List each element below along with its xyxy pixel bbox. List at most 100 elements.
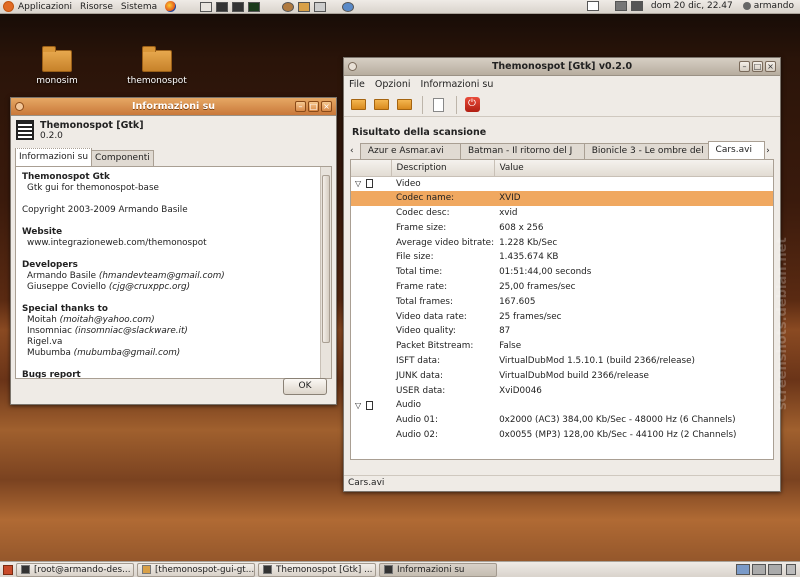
tree-row[interactable]: Audio 02: 0x0055 (MP3) 128,00 Kb/Sec - 44… <box>351 428 773 443</box>
about-dialog-titlebar[interactable]: Informazioni su – □ × <box>11 98 336 116</box>
open-recursive-button[interactable] <box>394 95 414 115</box>
workspace-3[interactable] <box>768 564 782 575</box>
taskbar-item-folder[interactable]: [themonospot-gui-gt... <box>137 562 255 577</box>
network-icon[interactable] <box>614 1 627 11</box>
ok-button[interactable]: OK <box>283 378 327 395</box>
tree-row[interactable]: Average video bitrate: 1.228 Kb/Sec <box>351 235 773 250</box>
menu-informazioni[interactable]: Informazioni su <box>421 79 494 90</box>
maximize-button[interactable]: □ <box>752 61 763 72</box>
tree-row[interactable]: Video data rate: 25 frames/sec <box>351 309 773 324</box>
watermark: screenshots.debian.net <box>775 237 790 410</box>
close-button[interactable]: × <box>321 101 332 112</box>
firefox-icon[interactable] <box>165 1 177 12</box>
desktop-icon-monosim[interactable]: monosim <box>22 46 92 86</box>
tree-row[interactable]: Packet Bitstream: False <box>351 339 773 354</box>
tab-informazioni[interactable]: Informazioni su <box>15 148 93 166</box>
folder-icon <box>396 99 412 110</box>
expander-icon[interactable]: ▽ <box>351 398 391 413</box>
user-name[interactable]: armando <box>754 1 794 11</box>
taskbar-item-themonospot[interactable]: Themonospot [Gtk] ... <box>258 562 376 577</box>
tree-row[interactable]: Audio 01: 0x2000 (AC3) 384,00 Kb/Sec - 48… <box>351 413 773 428</box>
network-browser-icon[interactable] <box>342 1 355 12</box>
expander-icon[interactable]: ▽ <box>351 176 391 191</box>
tabs-scroll-left-icon[interactable]: ‹ <box>350 143 360 159</box>
maximize-button[interactable]: □ <box>308 101 319 112</box>
gimp-icon[interactable] <box>282 1 295 12</box>
menu-file[interactable]: File <box>349 79 365 90</box>
terminal-icon[interactable] <box>216 1 229 12</box>
tree-row[interactable]: ISFT data: VirtualDubMod 1.5.10.1 (build … <box>351 354 773 369</box>
tree-row-label: Total time: <box>396 267 443 278</box>
tree-row-value: 0x0055 (MP3) 128,00 Kb/Sec - 44100 Hz (2… <box>499 429 737 440</box>
open-folder-button[interactable] <box>371 95 391 115</box>
quit-button[interactable]: ⏻ <box>462 95 482 115</box>
tree-row-value: 25 frames/sec <box>499 311 562 322</box>
tree-row[interactable]: Total time: 01:51:44,00 seconds <box>351 265 773 280</box>
tree-row[interactable]: Frame rate: 25,00 frames/sec <box>351 280 773 295</box>
tree-row[interactable]: Total frames: 167.605 <box>351 294 773 309</box>
tree-group-row[interactable]: ▽ Video <box>351 176 773 191</box>
tree-row[interactable]: Codec name: XVID <box>351 190 773 206</box>
disk-icon[interactable] <box>314 1 327 12</box>
taskbar-item-terminal[interactable]: [root@armando-des... <box>16 562 134 577</box>
trash-icon[interactable] <box>786 564 796 575</box>
person-entry: Insomniac (insomniac@slackware.it) <box>22 326 325 337</box>
close-button[interactable]: × <box>765 61 776 72</box>
about-tabs: Informazioni su Componenti <box>11 148 336 166</box>
tree-row[interactable]: JUNK data: VirtualDubMod build 2366/relea… <box>351 368 773 383</box>
statusbar-text: Cars.avi <box>348 478 385 488</box>
column-description[interactable]: Description <box>391 160 495 177</box>
menu-applicazioni[interactable]: Applicazioni <box>18 2 72 12</box>
taskbar-item-about[interactable]: Informazioni su <box>379 562 497 577</box>
menu-sistema[interactable]: Sistema <box>121 2 157 12</box>
website-link[interactable]: www.integrazioneweb.com/themonospot <box>22 238 325 249</box>
tree-row[interactable]: USER data: XviD0046 <box>351 383 773 398</box>
show-desktop-icon[interactable] <box>3 564 13 575</box>
tab-cars[interactable]: Cars.avi <box>707 141 766 159</box>
main-window-titlebar[interactable]: Themonospot [Gtk] v0.2.0 – □ × <box>344 58 780 76</box>
volume-icon[interactable] <box>630 1 643 11</box>
minimize-button[interactable]: – <box>295 101 306 112</box>
menu-risorse[interactable]: Risorse <box>80 2 113 12</box>
main-window-title: Themonospot [Gtk] v0.2.0 <box>491 61 633 72</box>
folder-icon <box>373 99 389 110</box>
tree-group-row[interactable]: ▽ Audio <box>351 398 773 413</box>
tree-row-label: Frame rate: <box>396 281 448 292</box>
clock[interactable]: dom 20 dic, 22.47 <box>651 1 733 11</box>
image-viewer-icon[interactable] <box>298 1 311 12</box>
tree-row[interactable]: Video quality: 87 <box>351 324 773 339</box>
tree-row[interactable]: Frame size: 608 x 256 <box>351 220 773 235</box>
menu-opzioni[interactable]: Opzioni <box>375 79 411 90</box>
tree-row[interactable]: Codec desc: xvid <box>351 206 773 221</box>
tree-row-value: VirtualDubMod 1.5.10.1 (build 2366/relea… <box>499 355 695 366</box>
tree-row-label: Total frames: <box>396 296 453 307</box>
open-file-button[interactable] <box>348 95 368 115</box>
speaker-icon <box>366 400 374 410</box>
column-value[interactable]: Value <box>494 160 773 177</box>
workspace-1[interactable] <box>736 564 750 575</box>
activity-icon[interactable] <box>248 1 261 12</box>
ubuntu-logo-icon[interactable] <box>3 1 14 12</box>
minimize-button[interactable]: – <box>739 61 750 72</box>
taskbar-label: Themonospot [Gtk] ... <box>276 564 373 575</box>
tab-azur[interactable]: Azur e Asmar.avi <box>359 143 461 159</box>
desktop-icon-themonospot[interactable]: themonospot <box>122 46 192 86</box>
desktop-icon-label: themonospot <box>127 76 187 86</box>
website-title: Website <box>22 227 63 237</box>
file-tabs: ‹ Azur e Asmar.avi Batman - Il ritorno d… <box>350 141 774 159</box>
tabs-scroll-right-icon[interactable]: › <box>764 143 774 159</box>
export-button[interactable] <box>428 95 448 115</box>
tree-row[interactable]: File size: 1.435.674 KB <box>351 250 773 265</box>
workspace-2[interactable] <box>752 564 766 575</box>
tab-batman[interactable]: Batman - Il ritorno del J <box>459 143 585 159</box>
tab-bionicle[interactable]: Bionicle 3 - Le ombre del <box>583 143 709 159</box>
mail-icon[interactable] <box>586 1 599 11</box>
user-icon[interactable] <box>742 2 751 10</box>
scrollbar-thumb[interactable] <box>322 175 330 343</box>
window-menu-icon[interactable] <box>15 102 24 111</box>
edit-icon[interactable] <box>200 1 213 12</box>
system-monitor-icon[interactable] <box>232 1 245 12</box>
window-menu-icon[interactable] <box>348 62 357 71</box>
tab-componenti[interactable]: Componenti <box>91 150 154 166</box>
scrollbar[interactable] <box>320 167 331 378</box>
